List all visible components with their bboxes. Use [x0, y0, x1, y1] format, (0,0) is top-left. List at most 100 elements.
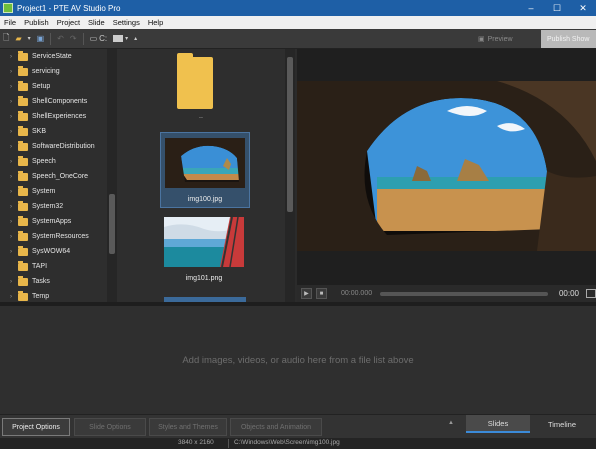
fullscreen-icon[interactable] [586, 289, 596, 298]
publish-show-button[interactable]: Publish Show [541, 30, 596, 48]
expand-arrow-icon[interactable]: › [10, 69, 18, 75]
parent-folder-icon[interactable] [177, 53, 213, 109]
title-bar: Project1 - PTE AV Studio Pro – ☐ ✕ [0, 0, 596, 16]
folder-icon [18, 290, 28, 301]
tree-item-label: Speech [32, 158, 56, 165]
navigate-up-icon[interactable]: ▴ [134, 32, 137, 46]
collapse-arrow-icon[interactable]: ▲ [448, 420, 454, 426]
view-mode-selector[interactable]: ▾ [113, 32, 128, 46]
tree-item[interactable]: › SKB [0, 124, 107, 139]
drop-hint: Add images, videos, or audio here from a… [182, 355, 414, 366]
tree-item[interactable]: TAPI [0, 259, 107, 274]
expand-arrow-icon[interactable]: › [10, 99, 18, 105]
expand-arrow-icon[interactable]: › [10, 114, 18, 120]
menu-file[interactable]: File [0, 18, 20, 27]
expand-arrow-icon[interactable]: › [10, 189, 18, 195]
tree-item[interactable]: › Temp [0, 289, 107, 302]
redo-icon[interactable]: ↷ [70, 32, 77, 46]
new-project-icon[interactable]: 🗋 [3, 32, 9, 46]
menu-settings[interactable]: Settings [109, 18, 144, 27]
minimize-button[interactable]: – [518, 0, 544, 16]
tree-item-label: SystemResources [32, 233, 89, 240]
expand-arrow-icon[interactable]: › [10, 144, 18, 150]
expand-arrow-icon[interactable]: › [10, 219, 18, 225]
tree-item[interactable]: › System32 [0, 199, 107, 214]
folder-icon [18, 200, 28, 211]
stop-button[interactable]: ■ [315, 288, 327, 299]
folder-icon [18, 110, 28, 121]
menu-help[interactable]: Help [144, 18, 167, 27]
tree-item[interactable]: › SoftwareDistribution [0, 139, 107, 154]
expand-arrow-icon[interactable]: › [10, 234, 18, 240]
file-path: C:\Windows\Web\Screen\img100.jpg [234, 439, 340, 446]
expand-arrow-icon[interactable]: › [10, 174, 18, 180]
file-item[interactable]: img100.jpg [160, 132, 250, 208]
menu-project[interactable]: Project [53, 18, 84, 27]
play-button[interactable]: ▶ [301, 288, 312, 299]
close-button[interactable]: ✕ [570, 0, 596, 16]
tree-item[interactable]: › ServiceState [0, 49, 107, 64]
seek-slider[interactable] [380, 291, 548, 296]
tree-item[interactable]: › Setup [0, 79, 107, 94]
scrollbar-thumb[interactable] [287, 57, 293, 212]
tree-item[interactable]: › servicing [0, 64, 107, 79]
project-options-button[interactable]: Project Options [2, 418, 70, 436]
toolbar: 🗋 ▰ ▾ ▣ ↶ ↷ ▭ C: ▾ ▴ ▣ Preview Publish Sho… [0, 29, 596, 49]
tree-item-label: ServiceState [32, 53, 72, 60]
undo-icon[interactable]: ↶ [57, 32, 64, 46]
slide-options-button[interactable]: Slide Options [74, 418, 146, 436]
tree-item-label: SKB [32, 128, 47, 135]
tree-item[interactable]: › SysWOW64 [0, 244, 107, 259]
end-time: 00:00 [558, 289, 579, 298]
tree-item[interactable]: › Tasks [0, 274, 107, 289]
expand-arrow-icon[interactable]: › [10, 159, 18, 165]
file-list-scrollbar[interactable] [285, 49, 295, 302]
tree-item[interactable]: › ShellComponents [0, 94, 107, 109]
file-thumbnail [165, 138, 245, 188]
tab-slides[interactable]: Slides [466, 415, 530, 433]
tree-item-label: SysWOW64 [32, 248, 71, 255]
chevron-down-icon: ▾ [125, 36, 129, 42]
folder-tree-scrollbar[interactable] [107, 49, 117, 302]
expand-arrow-icon[interactable]: › [10, 279, 18, 285]
folder-icon [18, 230, 28, 241]
folder-tree: › ServiceState › servicing › Setup › ShellCompo… [0, 49, 107, 302]
styles-themes-button[interactable]: Styles and Themes [149, 418, 227, 436]
objects-animation-button[interactable]: Objects and Animation [230, 418, 322, 436]
menu-publish[interactable]: Publish [20, 18, 53, 27]
scrollbar-thumb[interactable] [109, 194, 115, 254]
dropdown-arrow-icon[interactable]: ▾ [28, 32, 31, 46]
expand-arrow-icon[interactable]: › [10, 84, 18, 90]
tree-item-label: SoftwareDistribution [32, 143, 95, 150]
tree-item[interactable]: › Speech_OneCore [0, 169, 107, 184]
tree-item[interactable]: › Speech [0, 154, 107, 169]
tree-item-label: System [32, 188, 56, 195]
file-name: img101.png [185, 275, 223, 282]
tree-item[interactable]: › SystemApps [0, 214, 107, 229]
tree-item[interactable]: › SystemResources [0, 229, 107, 244]
tree-item[interactable]: › ShellExperiences [0, 109, 107, 124]
tree-item-label: SystemApps [32, 218, 72, 225]
file-item[interactable]: img101.png [160, 212, 250, 288]
parent-folder-label[interactable]: .. [191, 113, 211, 120]
tab-timeline[interactable]: Timeline [532, 415, 592, 433]
tree-item-label: ShellExperiences [32, 113, 87, 120]
menu-slide[interactable]: Slide [84, 18, 109, 27]
drive-selector[interactable]: ▭ C: [90, 32, 108, 46]
folder-icon [18, 185, 28, 196]
expand-arrow-icon[interactable]: › [10, 294, 18, 300]
file-name: img100.jpg [187, 196, 223, 203]
expand-arrow-icon[interactable]: › [10, 54, 18, 60]
folder-icon [18, 125, 28, 136]
save-icon[interactable]: ▣ [37, 32, 45, 46]
expand-arrow-icon[interactable]: › [10, 249, 18, 255]
open-folder-icon[interactable]: ▰ [15, 32, 21, 46]
tree-item[interactable]: › System [0, 184, 107, 199]
expand-arrow-icon[interactable]: › [10, 129, 18, 135]
preview-button[interactable]: ▣ Preview [478, 32, 530, 46]
folder-icon [18, 80, 28, 91]
folder-icon [18, 155, 28, 166]
maximize-button[interactable]: ☐ [544, 0, 570, 16]
expand-arrow-icon[interactable]: › [10, 204, 18, 210]
slide-list-area[interactable]: Add images, videos, or audio here from a… [0, 306, 596, 414]
